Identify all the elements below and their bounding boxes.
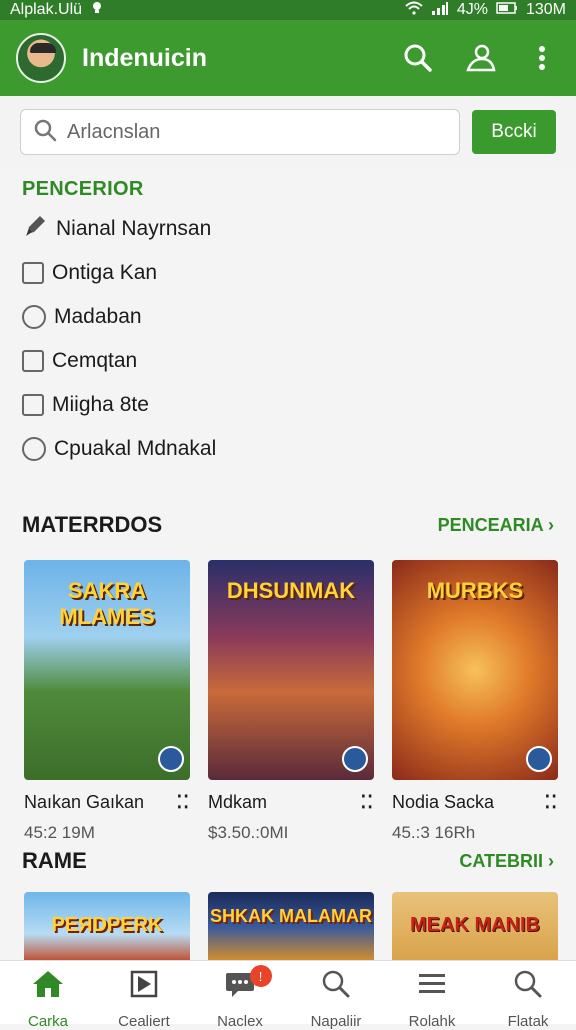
battery-icon — [496, 1, 518, 19]
see-all-link[interactable]: CATEBRII › — [459, 851, 554, 872]
filter-item[interactable]: Madaban — [0, 295, 576, 339]
bottom-nav: Carka Cealiert ! Naclex Napaliir Rolahk … — [0, 960, 576, 1030]
book-button[interactable]: Bccki — [472, 110, 556, 154]
filter-label: Madaban — [54, 305, 142, 328]
card-price: 45:2 19M — [24, 823, 95, 842]
nav-item-search[interactable]: Napaliir — [288, 961, 384, 1030]
badge-icon — [526, 746, 552, 772]
section-header: RAME CATEBRII › — [0, 848, 576, 874]
badge-icon — [342, 746, 368, 772]
more-vert-icon[interactable] — [524, 40, 560, 76]
badge-icon — [158, 746, 184, 772]
filter-label: Ontiga Kan — [52, 261, 158, 284]
cover-text: MEAK MANIB — [410, 914, 540, 936]
game-card[interactable]: MEAK MANIB — [392, 892, 558, 962]
bulb-icon — [90, 1, 104, 20]
status-bar: Alplak.Ulü 4J% 130M — [0, 0, 576, 20]
filter-heading: PENCERIOR — [22, 178, 144, 200]
checkbox[interactable] — [22, 350, 44, 372]
nav-item-alerts[interactable]: Cealiert — [96, 961, 192, 1030]
more-icon[interactable]: ⁚⁚ — [177, 792, 190, 813]
game-cover[interactable]: MEAK MANIB — [392, 892, 558, 962]
section-title: RAME — [22, 848, 87, 873]
filter-item[interactable]: Cemqtan — [0, 339, 576, 383]
checkbox[interactable] — [22, 262, 44, 284]
nav-item-menu[interactable]: Rolahk — [384, 961, 480, 1030]
nav-item-explore[interactable]: Flatak — [480, 961, 576, 1030]
card-title: Mdkam — [208, 792, 268, 812]
section-header: MATERRDOS PENCEARIA › — [0, 512, 576, 538]
app-bar: Indenuicin — [0, 20, 576, 96]
filter-label: Cpuakal Mdnakal — [54, 437, 217, 460]
filter-item[interactable]: Miigha 8te — [0, 383, 576, 427]
nav-label: Napaliir — [310, 1013, 362, 1030]
search-icon — [513, 969, 543, 1003]
filter-label: Miigha 8te — [52, 393, 149, 416]
nav-label: Rolahk — [408, 1013, 456, 1030]
game-cover[interactable]: DHSUNMAK — [208, 560, 374, 780]
menu-icon — [417, 969, 447, 1003]
game-card[interactable]: SAKRA MLAMES Naıkan Gaıkan ⁚⁚ 45:2 19M — [24, 560, 190, 843]
search-row: Bccki — [0, 96, 576, 168]
search-icon — [33, 118, 57, 147]
section-title: MATERRDOS — [22, 512, 163, 537]
filter-item[interactable]: Nianal Nayrnsan — [0, 207, 576, 251]
game-cover[interactable]: PEЯDPERK — [24, 892, 190, 962]
search-icon — [321, 969, 351, 1003]
nav-label: Carka — [27, 1013, 68, 1030]
search-icon[interactable] — [400, 40, 436, 76]
game-card[interactable]: DHSUNMAK Mdkam ⁚⁚ $3.50.:0MI — [208, 560, 374, 843]
search-input[interactable] — [67, 120, 447, 144]
nav-label: Naclex — [217, 1013, 263, 1030]
game-card[interactable]: MURBKS Nodia Sacka ⁚⁚ 45.:3 16Rh — [392, 560, 558, 843]
more-icon[interactable]: ⁚⁚ — [545, 792, 558, 813]
filter-section: PENCERIOR Nianal Nayrnsan Ontiga Kan Mad… — [0, 178, 576, 471]
cover-text: SHKAK MALAMAR — [210, 906, 372, 926]
radio-button[interactable] — [22, 437, 46, 461]
nav-item-chat[interactable]: ! Naclex — [192, 961, 288, 1030]
profile-icon[interactable] — [462, 40, 498, 76]
filter-item[interactable]: Ontiga Kan — [0, 251, 576, 295]
game-cover[interactable]: SHKAK MALAMAR — [208, 892, 374, 962]
card-title: Naıkan Gaıkan — [24, 792, 145, 812]
radio-button[interactable] — [22, 305, 46, 329]
notification-badge: ! — [249, 965, 272, 987]
nav-label: Cealiert — [118, 1013, 170, 1030]
pencil-icon — [22, 213, 48, 245]
signal-icon — [431, 1, 449, 20]
card-row: PEЯDPERK SHKAK MALAMAR MEAK MANIB — [24, 892, 558, 962]
clock-label: 130M — [525, 1, 566, 18]
nav-label: Flatak — [507, 1013, 549, 1030]
cover-text: SAKRA MLAMES — [59, 578, 155, 629]
cover-text: DHSUNMAK — [226, 578, 356, 603]
card-row: SAKRA MLAMES Naıkan Gaıkan ⁚⁚ 45:2 19M D… — [24, 560, 558, 843]
search-box[interactable] — [20, 109, 460, 155]
game-card[interactable]: SHKAK MALAMAR — [208, 892, 374, 962]
flag-icon — [129, 969, 159, 1003]
battery-label: 4J% — [456, 1, 488, 18]
checkbox[interactable] — [22, 394, 44, 416]
home-icon — [31, 969, 65, 1003]
card-price: 45.:3 16Rh — [392, 823, 476, 842]
game-cover[interactable]: SAKRA MLAMES — [24, 560, 190, 780]
filter-label: Nianal Nayrnsan — [56, 217, 212, 240]
filter-label: Cemqtan — [52, 349, 138, 372]
card-price: $3.50.:0MI — [208, 823, 289, 842]
card-title: Nodia Sacka — [392, 792, 495, 812]
game-cover[interactable]: MURBKS — [392, 560, 558, 780]
filter-item[interactable]: Cpuakal Mdnakal — [0, 427, 576, 471]
see-all-link[interactable]: PENCEARIA › — [438, 515, 554, 536]
cover-text: MURBKS — [426, 578, 524, 603]
carrier-label: Alplak.Ulü — [10, 1, 83, 18]
game-card[interactable]: PEЯDPERK — [24, 892, 190, 962]
avatar[interactable] — [16, 33, 66, 83]
wifi-icon — [405, 1, 423, 20]
nav-item-home[interactable]: Carka — [0, 961, 96, 1030]
cover-text: PEЯDPERK — [51, 914, 163, 936]
app-title: Indenuicin — [82, 43, 207, 72]
more-icon[interactable]: ⁚⁚ — [361, 792, 374, 813]
